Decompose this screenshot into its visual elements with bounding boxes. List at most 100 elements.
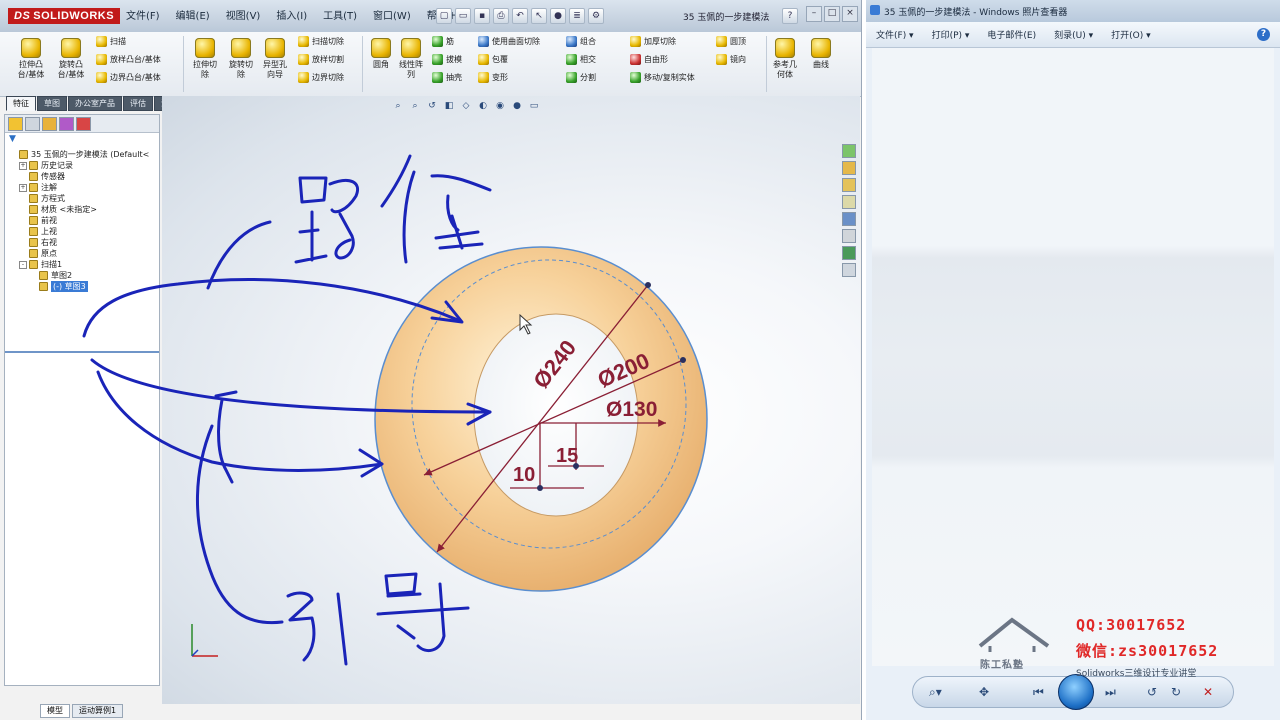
curves-button[interactable]: 曲线 [806,38,836,70]
menu-view[interactable]: 视图(V) [218,9,269,25]
revolve-boss-button[interactable]: 旋转凸 台/基体 [56,38,86,80]
reference-geometry-button[interactable]: 参考几 何体 [770,38,800,80]
resources-icon[interactable] [842,144,856,158]
deform-button[interactable]: 变形 [478,72,508,83]
extrude-cut-button[interactable]: 拉伸切 除 [190,38,220,80]
tree-item[interactable]: 传感器 [5,171,159,182]
tree-item[interactable]: 前视 [5,215,159,226]
menu-edit[interactable]: 编辑(E) [168,9,218,25]
search-icon[interactable]: ? [782,8,798,24]
tree-item[interactable]: 原点 [5,248,159,259]
panel-splitter[interactable] [5,351,159,353]
print-icon[interactable]: ⎙ [493,8,509,24]
boundary-boss-button[interactable]: 边界凸台/基体 [96,72,161,83]
pv-menu-email[interactable]: 电子邮件(E) [987,28,1036,41]
scene-icon[interactable]: ▭ [528,100,540,112]
menu-window[interactable]: 窗口(W) [365,9,419,25]
file-properties-icon[interactable]: ≣ [569,8,585,24]
tree-item[interactable]: + 历史记录 [5,160,159,171]
zoom-fit-icon[interactable]: ⌕ [392,100,404,112]
graphics-area[interactable]: ⌕ ⌕ ↺ ◧ ◇ ◐ ◉ ● ▭ [162,96,860,704]
zoom-area-icon[interactable]: ⌕ [409,100,421,112]
filter-icon[interactable]: ▼ [5,133,159,145]
revolve-cut-button[interactable]: 旋转切 除 [226,38,256,80]
section-view-icon[interactable]: ◧ [443,100,455,112]
tab-evaluate[interactable]: 评估 [123,96,153,111]
rib-button[interactable]: 筋 [432,36,454,47]
loft-cut-button[interactable]: 放样切割 [298,54,344,65]
display-style-icon[interactable]: ◐ [477,100,489,112]
expand-icon[interactable]: + [19,162,27,170]
save-icon[interactable]: ▪ [474,8,490,24]
sweep-cut-button[interactable]: 扫描切除 [298,36,344,47]
pv-menu-burn[interactable]: 刻录(U) ▾ [1054,28,1093,41]
tree-item[interactable]: 材质 <未指定> [5,204,159,215]
wrap-button[interactable]: 包覆 [478,54,508,65]
feature-tree-tab-icon[interactable] [8,117,23,131]
mirror-button[interactable]: 镜向 [716,54,746,65]
shell-button[interactable]: 抽壳 [432,72,462,83]
tab-office-products[interactable]: 办公室产品 [68,96,122,111]
select-icon[interactable]: ↖ [531,8,547,24]
tab-features[interactable]: 特征 [6,96,36,111]
tree-item[interactable]: + 注解 [5,182,159,193]
hole-wizard-button[interactable]: 异型孔 向导 [260,38,290,80]
expand-icon[interactable]: + [19,184,27,192]
custom-properties-icon[interactable] [842,229,856,243]
design-library-icon[interactable] [842,161,856,175]
draft-button[interactable]: 拔模 [432,54,462,65]
new-file-icon[interactable]: ▢ [436,8,452,24]
tab-motion-study[interactable]: 运动算例1 [72,704,124,718]
collapse-icon[interactable]: - [19,261,27,269]
tree-item[interactable]: 上视 [5,226,159,237]
tree-item[interactable]: 方程式 [5,193,159,204]
configuration-manager-tab-icon[interactable] [42,117,57,131]
settings-icon[interactable] [842,263,856,277]
intersect-button[interactable]: 相交 [566,54,596,65]
appearance-icon[interactable]: ● [511,100,523,112]
pv-menu-open[interactable]: 打开(O) ▾ [1111,28,1151,41]
tree-item[interactable]: (-) 草图3 [5,281,159,292]
move-copy-button[interactable]: 移动/复制实体 [630,72,695,83]
zoom-icon[interactable]: ⌕▾ [929,683,942,701]
options-icon[interactable]: ⚙ [588,8,604,24]
curve-driven-pattern-button[interactable]: 使用曲面切除 [478,36,540,47]
tab-sketch[interactable]: 草图 [37,96,67,111]
tree-item[interactable]: 35 玉佩的一步建模法 (Default< [5,149,159,160]
dome-button[interactable]: 圆顶 [716,36,746,47]
extrude-boss-button[interactable]: 拉伸凸 台/基体 [16,38,46,80]
help-icon[interactable]: ? [1257,28,1270,41]
tree-item[interactable]: - 扫描1 [5,259,159,270]
view-palette-icon[interactable] [842,195,856,209]
loft-button[interactable]: 放样凸台/基体 [96,54,161,65]
previous-view-icon[interactable]: ↺ [426,100,438,112]
hide-show-icon[interactable]: ◉ [494,100,506,112]
dimxpert-tab-icon[interactable] [59,117,74,131]
appearances-icon[interactable] [842,212,856,226]
rebuild-icon[interactable]: ● [550,8,566,24]
pv-menu-print[interactable]: 打印(P) ▾ [932,28,970,41]
file-explorer-icon[interactable] [842,178,856,192]
pv-menu-file[interactable]: 文件(F) ▾ [876,28,914,41]
undo-icon[interactable]: ↶ [512,8,528,24]
sweep-button[interactable]: 扫描 [96,36,126,47]
menu-tools[interactable]: 工具(T) [315,9,365,25]
freeform-button[interactable]: 自由形 [630,54,668,65]
tree-item[interactable]: 草图2 [5,270,159,281]
combine-button[interactable]: 组合 [566,36,596,47]
menu-insert[interactable]: 插入(I) [268,9,315,25]
thicken-button[interactable]: 加厚切除 [630,36,676,47]
boundary-cut-button[interactable]: 边界切除 [298,72,344,83]
menu-file[interactable]: 文件(F) [118,9,168,25]
property-manager-tab-icon[interactable] [25,117,40,131]
maximize-icon[interactable]: □ [824,6,840,22]
fillet-button[interactable]: 圆角 [366,38,396,70]
tree-item[interactable]: 右视 [5,237,159,248]
split-button[interactable]: 分割 [566,72,596,83]
minimize-icon[interactable]: – [806,6,822,22]
solidworks-forum-icon[interactable] [842,246,856,260]
open-folder-icon[interactable]: ▭ [455,8,471,24]
display-manager-tab-icon[interactable] [76,117,91,131]
tab-model[interactable]: 模型 [40,704,70,718]
close-icon[interactable]: × [842,6,858,22]
